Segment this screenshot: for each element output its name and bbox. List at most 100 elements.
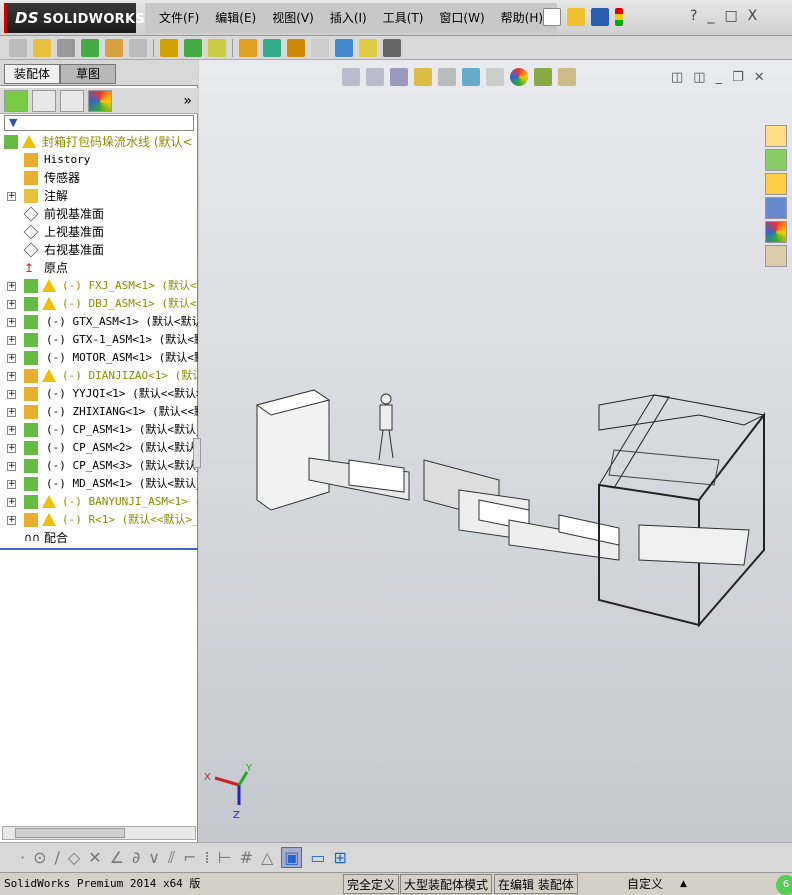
tab-assembly[interactable]: 装配体 bbox=[4, 64, 60, 84]
trim-icon[interactable]: ✕ bbox=[88, 848, 101, 867]
tree-item[interactable]: + (-) CP_ASM<1> (默认<默认_ bbox=[0, 421, 198, 439]
tree-item[interactable]: + (-) GTX-1_ASM<1> (默认<默 bbox=[0, 331, 198, 349]
appearances-icon[interactable] bbox=[765, 221, 787, 243]
feature-manager-icon[interactable] bbox=[4, 89, 28, 112]
exploded-view-icon[interactable] bbox=[287, 38, 305, 57]
expand-panel-icon[interactable]: » bbox=[183, 93, 192, 109]
expand-toggle[interactable]: + bbox=[7, 426, 16, 435]
design-library-icon[interactable] bbox=[765, 149, 787, 171]
tree-item[interactable]: + (-) ZHIXIANG<1> (默认<<默 bbox=[0, 403, 198, 421]
close-button[interactable]: X bbox=[748, 8, 758, 24]
insert-component-icon[interactable] bbox=[9, 38, 27, 57]
open-icon[interactable] bbox=[567, 8, 585, 26]
tree-item[interactable]: ∩∩ 配合 bbox=[0, 529, 198, 547]
rotate-component-icon[interactable] bbox=[129, 38, 147, 57]
grid-icon[interactable]: # bbox=[240, 848, 253, 867]
clearance-verification-icon[interactable] bbox=[359, 38, 377, 57]
tree-item[interactable]: History bbox=[0, 151, 198, 169]
expand-toggle[interactable]: + bbox=[7, 390, 16, 399]
four-view-icon[interactable]: ⊞ bbox=[334, 848, 347, 867]
circle-icon[interactable]: ⊙ bbox=[33, 848, 46, 867]
expand-toggle[interactable]: + bbox=[7, 498, 16, 507]
line-icon[interactable]: ∕ bbox=[55, 848, 60, 867]
polygon-icon[interactable]: ◇ bbox=[68, 848, 80, 867]
tree-item[interactable]: + (-) DBJ_ASM<1> (默认<默 bbox=[0, 295, 198, 313]
tree-item[interactable]: + (-) DIANJIZAO<1> (默认< bbox=[0, 367, 198, 385]
expand-toggle[interactable]: + bbox=[7, 480, 16, 489]
tree-item[interactable]: + (-) BANYUNJI_ASM<1> (默 bbox=[0, 493, 198, 511]
rectangle-icon[interactable]: ⁞ bbox=[205, 848, 210, 867]
angle-icon[interactable]: ∠ bbox=[110, 848, 124, 867]
expand-toggle[interactable]: + bbox=[7, 462, 16, 471]
tree-item[interactable]: + (-) MOTOR_ASM<1> (默认<默 bbox=[0, 349, 198, 367]
file-explorer-icon[interactable] bbox=[765, 173, 787, 195]
panel-collapse-handle[interactable] bbox=[193, 438, 201, 468]
expand-toggle[interactable]: + bbox=[7, 372, 16, 381]
new-document-icon[interactable] bbox=[543, 8, 561, 26]
graphics-area[interactable]: ◫ ◫ _ ❐ ✕ X Y Z bbox=[193, 60, 792, 842]
reference-geometry-icon[interactable] bbox=[208, 38, 226, 57]
fillet-icon[interactable]: ∂ bbox=[132, 848, 140, 867]
tree-item[interactable]: + (-) CP_ASM<3> (默认<默认_ bbox=[0, 457, 198, 475]
rollback-bar[interactable] bbox=[0, 548, 198, 550]
property-manager-icon[interactable] bbox=[32, 89, 56, 112]
notification-badge[interactable]: 6 bbox=[776, 875, 792, 895]
expand-toggle[interactable]: + bbox=[7, 408, 16, 417]
interference-detection-icon[interactable] bbox=[335, 38, 353, 57]
custom-properties-icon[interactable] bbox=[765, 245, 787, 267]
menu-tools[interactable]: 工具(T) bbox=[375, 3, 432, 33]
relation-icon[interactable]: △ bbox=[261, 848, 273, 867]
instant3d-icon[interactable] bbox=[383, 38, 401, 57]
minimize-button[interactable]: _ bbox=[707, 8, 714, 24]
tree-filter[interactable]: ▼ bbox=[4, 115, 194, 131]
solidworks-resources-icon[interactable] bbox=[765, 125, 787, 147]
explode-line-icon[interactable] bbox=[311, 38, 329, 57]
tree-item[interactable]: + (-) FXJ_ASM<1> (默认<默 bbox=[0, 277, 198, 295]
corner-icon[interactable]: ⌐ bbox=[183, 848, 196, 867]
view-palette-icon[interactable] bbox=[765, 197, 787, 219]
expand-toggle[interactable]: + bbox=[7, 336, 16, 345]
expand-toggle[interactable]: + bbox=[7, 282, 16, 291]
assembly-features-icon[interactable] bbox=[184, 38, 202, 57]
chamfer-icon[interactable]: ∨ bbox=[148, 848, 160, 867]
menu-view[interactable]: 视图(V) bbox=[264, 3, 322, 33]
bill-of-materials-icon[interactable] bbox=[263, 38, 281, 57]
tree-item[interactable]: 传感器 bbox=[0, 169, 198, 187]
tree-item[interactable]: + (-) CP_ASM<2> (默认<默认_ bbox=[0, 439, 198, 457]
motion-study-icon[interactable] bbox=[239, 38, 257, 57]
menu-insert[interactable]: 插入(I) bbox=[322, 3, 375, 33]
tree-item[interactable]: 前视基准面 bbox=[0, 205, 198, 223]
menu-edit[interactable]: 编辑(E) bbox=[207, 3, 264, 33]
expand-toggle[interactable]: + bbox=[7, 444, 16, 453]
configuration-manager-icon[interactable] bbox=[60, 89, 84, 112]
horizontal-scrollbar[interactable] bbox=[2, 826, 196, 840]
save-icon[interactable] bbox=[591, 8, 609, 26]
point-icon[interactable]: · bbox=[20, 848, 25, 867]
help-icon[interactable]: ? bbox=[690, 8, 697, 24]
move-component-icon[interactable] bbox=[105, 38, 123, 57]
tree-item[interactable]: 右视基准面 bbox=[0, 241, 198, 259]
tree-item[interactable]: + (-) YYJQI<1> (默认<<默认>_ bbox=[0, 385, 198, 403]
tab-sketch[interactable]: 草图 bbox=[60, 64, 116, 84]
expand-toggle[interactable]: + bbox=[7, 516, 16, 525]
rebuild-icon[interactable] bbox=[615, 8, 623, 26]
restore-button[interactable]: □ bbox=[724, 8, 737, 24]
menu-window[interactable]: 窗口(W) bbox=[431, 3, 492, 33]
single-view-icon[interactable]: ▭ bbox=[310, 848, 325, 867]
scrollbar-thumb[interactable] bbox=[15, 828, 125, 838]
offset-icon[interactable]: ⫽ bbox=[168, 848, 175, 868]
pattern-icon[interactable] bbox=[81, 38, 99, 57]
tree-item[interactable]: ↥ 原点 bbox=[0, 259, 198, 277]
expand-toggle[interactable]: + bbox=[7, 354, 16, 363]
new-part-icon[interactable] bbox=[33, 38, 51, 57]
units-arrow-icon[interactable]: ▲ bbox=[680, 874, 687, 894]
menu-file[interactable]: 文件(F) bbox=[151, 3, 207, 33]
tree-item[interactable]: 封箱打包码垛流水线 (默认< bbox=[0, 133, 198, 151]
3d-view-icon[interactable]: ▣ bbox=[281, 847, 303, 868]
tree-item[interactable]: + 注解 bbox=[0, 187, 198, 205]
expand-toggle[interactable]: + bbox=[7, 300, 16, 309]
mate-icon[interactable] bbox=[57, 38, 75, 57]
tree-item[interactable]: + (-) GTX_ASM<1> (默认<默认_ bbox=[0, 313, 198, 331]
dimension-icon[interactable]: ⊢ bbox=[218, 848, 232, 867]
expand-toggle[interactable]: + bbox=[7, 318, 16, 327]
